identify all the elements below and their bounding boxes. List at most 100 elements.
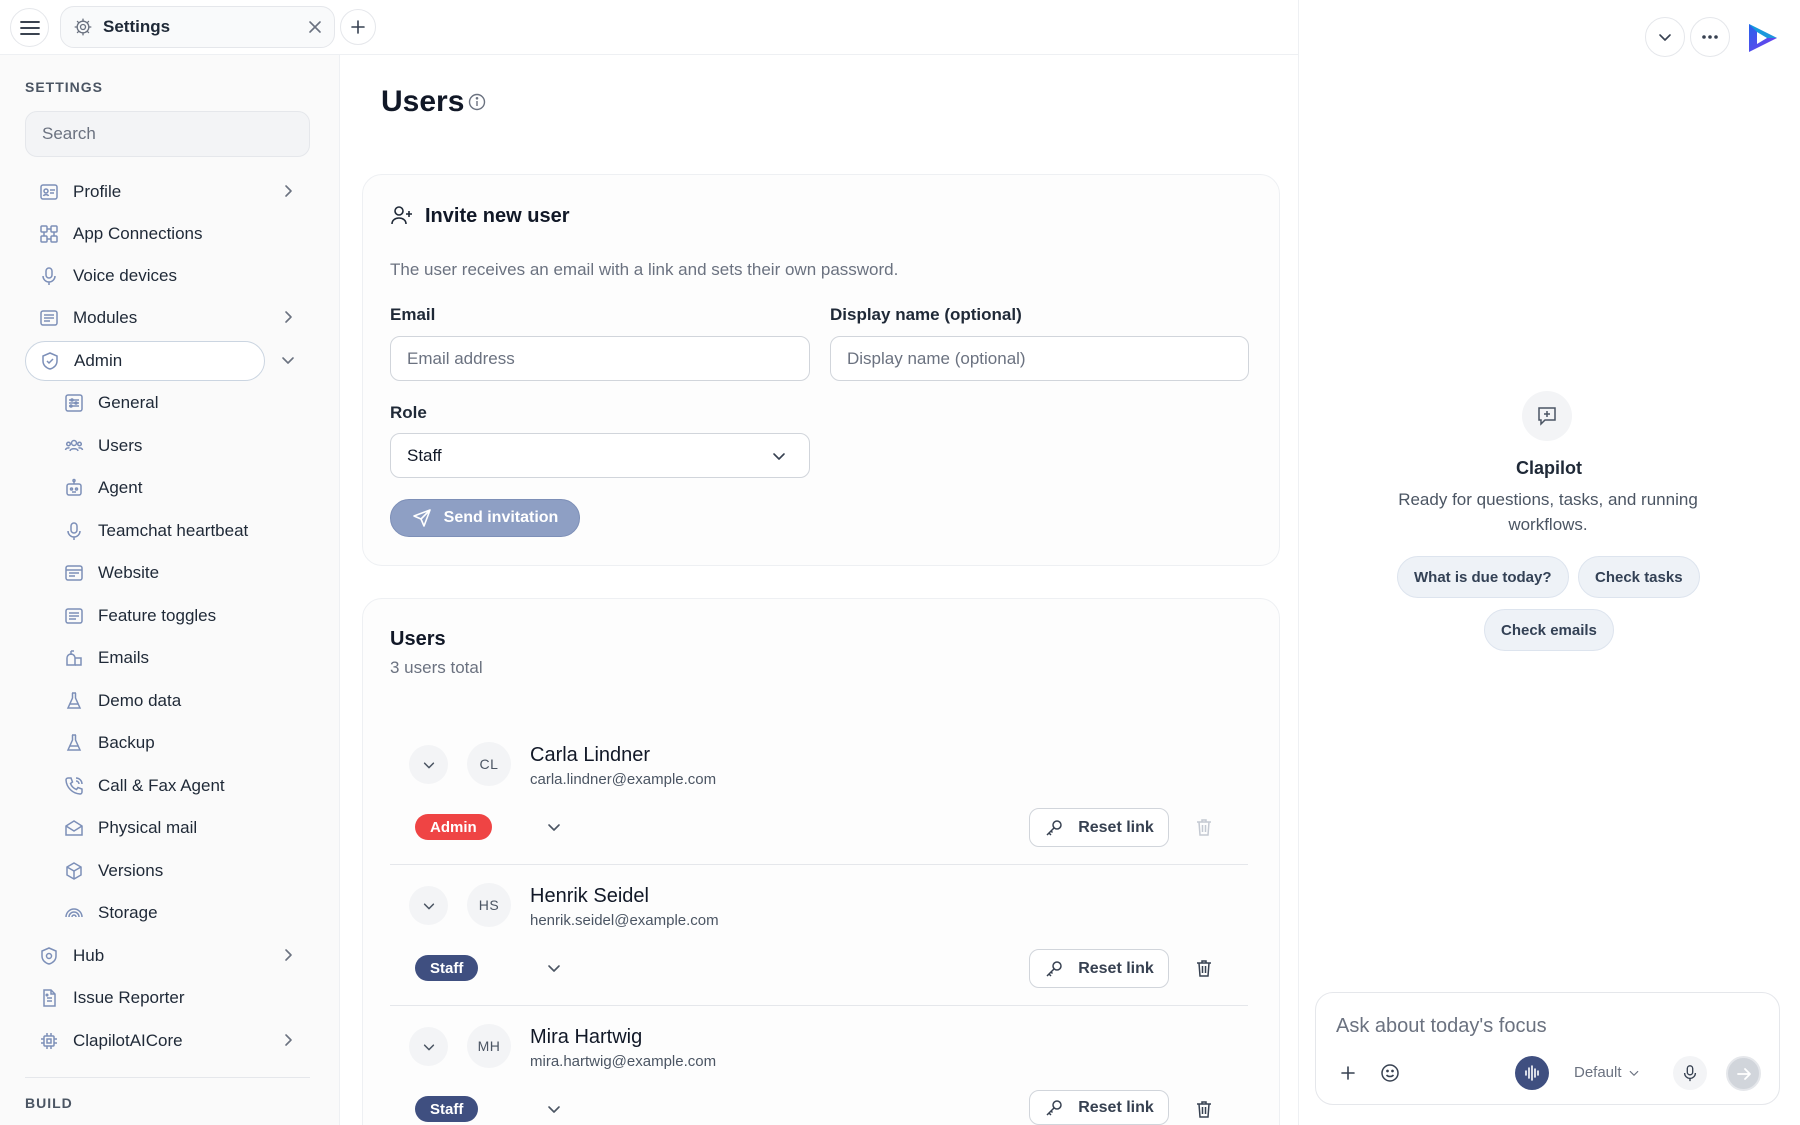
sidebar-item-label: Storage [98,903,158,922]
expand-user-button[interactable] [409,886,448,925]
sidebar-item-agent[interactable]: Agent [52,468,310,508]
emoji-icon[interactable] [1380,1063,1400,1083]
display-name-field[interactable] [830,336,1249,381]
plus-icon[interactable] [1340,1065,1356,1081]
user-name: Carla Lindner [530,744,651,766]
invite-description: The user receives an email with a link a… [390,260,899,279]
trash-icon[interactable] [1194,1099,1214,1119]
role-badge[interactable]: Staff [415,1096,479,1122]
profile-card-icon [39,182,59,202]
model-select[interactable]: Default [1574,1064,1640,1081]
sidebar-item-storage[interactable]: Storage [52,893,310,933]
sidebar-item-clapilotaicore[interactable]: ClapilotAICore [25,1021,310,1061]
role-select[interactable]: Staff [390,433,810,478]
trash-icon[interactable] [1194,817,1214,837]
modules-icon [39,308,59,328]
sidebar-item-users[interactable]: Users [52,426,310,466]
key-icon [1044,1098,1064,1118]
new-tab-button[interactable] [340,9,376,45]
microphone-button[interactable] [1673,1056,1707,1090]
chevron-down-icon[interactable] [546,819,562,835]
chevron-down-icon[interactable] [280,352,296,368]
document-icon [39,988,59,1008]
sidebar-item-call-fax-agent[interactable]: Call & Fax Agent [52,766,310,806]
user-plus-icon [390,203,414,227]
suggestion-chip-due-today[interactable]: What is due today? [1397,556,1569,598]
search-input[interactable] [25,111,310,157]
microphone-icon [64,521,84,541]
sidebar-item-hub[interactable]: Hub [25,936,310,976]
sidebar-item-issue-reporter[interactable]: Issue Reporter [25,978,310,1018]
reset-link-button[interactable]: Reset link [1029,1090,1169,1125]
users-section-title: Users [390,628,446,650]
sidebar-item-modules[interactable]: Modules [25,298,310,338]
sidebar-item-teamchat-heartbeat[interactable]: Teamchat heartbeat [52,511,310,551]
user-name: Henrik Seidel [530,885,649,907]
send-invitation-button[interactable]: Send invitation [390,499,580,537]
trash-icon[interactable] [1194,958,1214,978]
users-icon [64,436,84,456]
sidebar-item-label: Website [98,563,160,582]
suggestion-chip-check-tasks[interactable]: Check tasks [1578,556,1700,598]
reset-link-label: Reset link [1078,818,1154,836]
assistant-description: Ready for questions, tasks, and running … [1398,490,1698,534]
close-icon[interactable] [308,20,322,34]
email-field[interactable] [390,336,810,381]
info-icon[interactable] [468,93,486,111]
sidebar-item-label: Modules [73,308,138,327]
toggles-icon [64,606,84,626]
chevron-down-icon[interactable] [546,960,562,976]
sidebar-item-versions[interactable]: Versions [52,851,310,891]
tab-settings[interactable]: Settings [60,6,335,48]
sidebar-item-admin[interactable]: Admin [25,341,265,381]
connections-icon [39,224,59,244]
sidebar-item-profile[interactable]: Profile [25,172,310,212]
chevron-down-icon [1657,29,1673,45]
chevron-right-icon [280,183,296,199]
sidebar-item-label: Physical mail [98,818,198,837]
sidebar-item-label: Versions [98,861,164,880]
settings-heading: SETTINGS [25,79,104,95]
sidebar-item-label: Profile [73,182,122,201]
sidebar-item-label: Agent [98,478,143,497]
chat-input[interactable] [1336,1011,1756,1041]
send-message-button[interactable] [1726,1056,1761,1091]
flask-icon [64,733,84,753]
sidebar-item-demo-data[interactable]: Demo data [52,681,310,721]
reset-link-button[interactable]: Reset link [1029,808,1169,847]
suggestion-chip-check-emails[interactable]: Check emails [1484,609,1614,651]
sidebar-item-label: App Connections [73,224,203,243]
assistant-name: Clapilot [1516,458,1582,478]
chevron-right-icon [280,309,296,325]
more-horizontal-icon [1701,34,1719,40]
reset-link-button[interactable]: Reset link [1029,949,1169,988]
sidebar-item-label: Issue Reporter [73,988,185,1007]
voice-mode-button[interactable] [1515,1056,1549,1090]
shield-check-icon [40,351,60,371]
expand-user-button[interactable] [409,1027,448,1066]
collapse-button[interactable] [1645,17,1685,57]
sidebar-item-voice-devices[interactable]: Voice devices [25,256,310,296]
envelope-icon [64,818,84,838]
avatar: CL [467,742,511,786]
sidebar-item-general[interactable]: General [52,383,310,423]
role-select-value: Staff [407,445,442,465]
sidebar-item-app-connections[interactable]: App Connections [25,214,310,254]
sidebar-item-physical-mail[interactable]: Physical mail [52,808,310,848]
sidebar-divider [25,1077,310,1078]
role-badge[interactable]: Admin [415,814,492,840]
more-options-button[interactable] [1690,17,1730,57]
row-divider [390,864,1248,865]
sidebar-item-emails[interactable]: Emails [52,638,310,678]
sidebar-item-website[interactable]: Website [52,553,310,593]
user-name: Mira Hartwig [530,1026,643,1048]
sidebar-item-backup[interactable]: Backup [52,723,310,763]
role-badge[interactable]: Staff [415,955,479,981]
expand-user-button[interactable] [409,745,448,784]
sidebar-item-feature-toggles[interactable]: Feature toggles [52,596,310,636]
chevron-down-icon[interactable] [546,1101,562,1117]
reset-link-label: Reset link [1078,1098,1154,1116]
menu-button[interactable] [10,8,49,47]
user-email: carla.lindner@example.com [530,771,717,788]
chevron-down-icon [422,758,436,772]
